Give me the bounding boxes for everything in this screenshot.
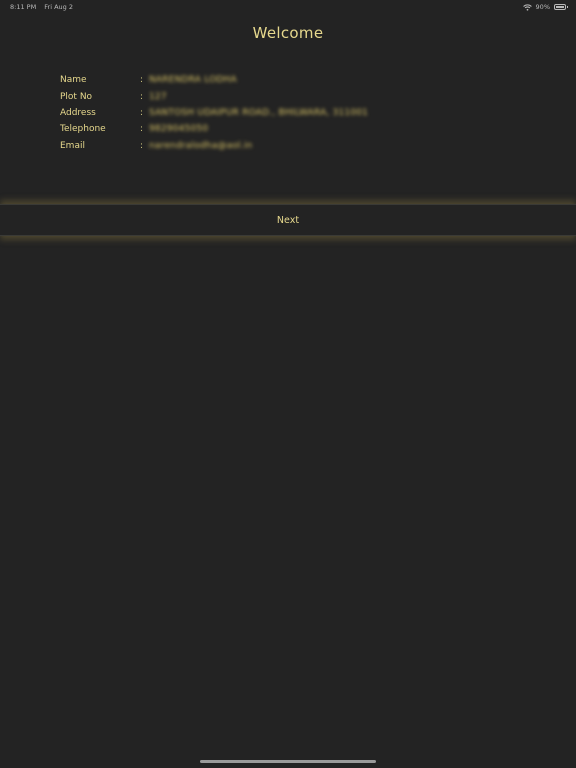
field-value: NARENDRA LODHA: [149, 75, 237, 86]
info-row-name: Name : NARENDRA LODHA: [60, 72, 368, 88]
field-label: Telephone: [60, 124, 106, 135]
field-separator: :: [140, 124, 144, 135]
status-right: 90%: [522, 0, 568, 14]
wifi-icon: [522, 3, 532, 11]
field-label: Email: [60, 140, 85, 151]
battery-percent: 90%: [535, 3, 550, 11]
info-row-address: Address : SANTOSH UDAIPUR ROAD., BHILWAR…: [60, 105, 368, 121]
field-separator: :: [140, 75, 144, 86]
customer-info: Name : NARENDRA LODHA Plot No : 127 Addr…: [60, 72, 368, 154]
battery-icon: [554, 4, 568, 10]
status-bar: 8:11 PM Fri Aug 2 90%: [0, 0, 576, 14]
status-left: 8:11 PM Fri Aug 2: [10, 0, 79, 14]
field-separator: :: [140, 91, 144, 102]
next-button[interactable]: Next: [0, 204, 576, 236]
field-label: Name: [60, 75, 87, 86]
status-time: 8:11 PM: [10, 3, 37, 11]
field-value: SANTOSH UDAIPUR ROAD., BHILWARA, 311001: [149, 107, 369, 118]
next-button-label: Next: [276, 214, 300, 226]
field-separator: :: [140, 140, 144, 151]
field-label: Address: [60, 107, 96, 118]
field-label: Plot No: [60, 91, 93, 102]
home-indicator[interactable]: [200, 760, 376, 763]
info-row-plot: Plot No : 127: [60, 88, 368, 104]
status-date: Fri Aug 2: [44, 3, 73, 11]
field-value: 9829045050: [149, 124, 209, 135]
field-separator: :: [140, 107, 144, 118]
field-value: narendralodha@aol.in: [149, 140, 253, 151]
welcome-screen: 8:11 PM Fri Aug 2 90% Welcome Name : NAR…: [0, 0, 576, 768]
info-row-telephone: Telephone : 9829045050: [60, 121, 368, 137]
field-value: 127: [149, 91, 167, 102]
page-title: Welcome: [252, 24, 324, 42]
info-row-email: Email : narendralodha@aol.in: [60, 138, 368, 154]
